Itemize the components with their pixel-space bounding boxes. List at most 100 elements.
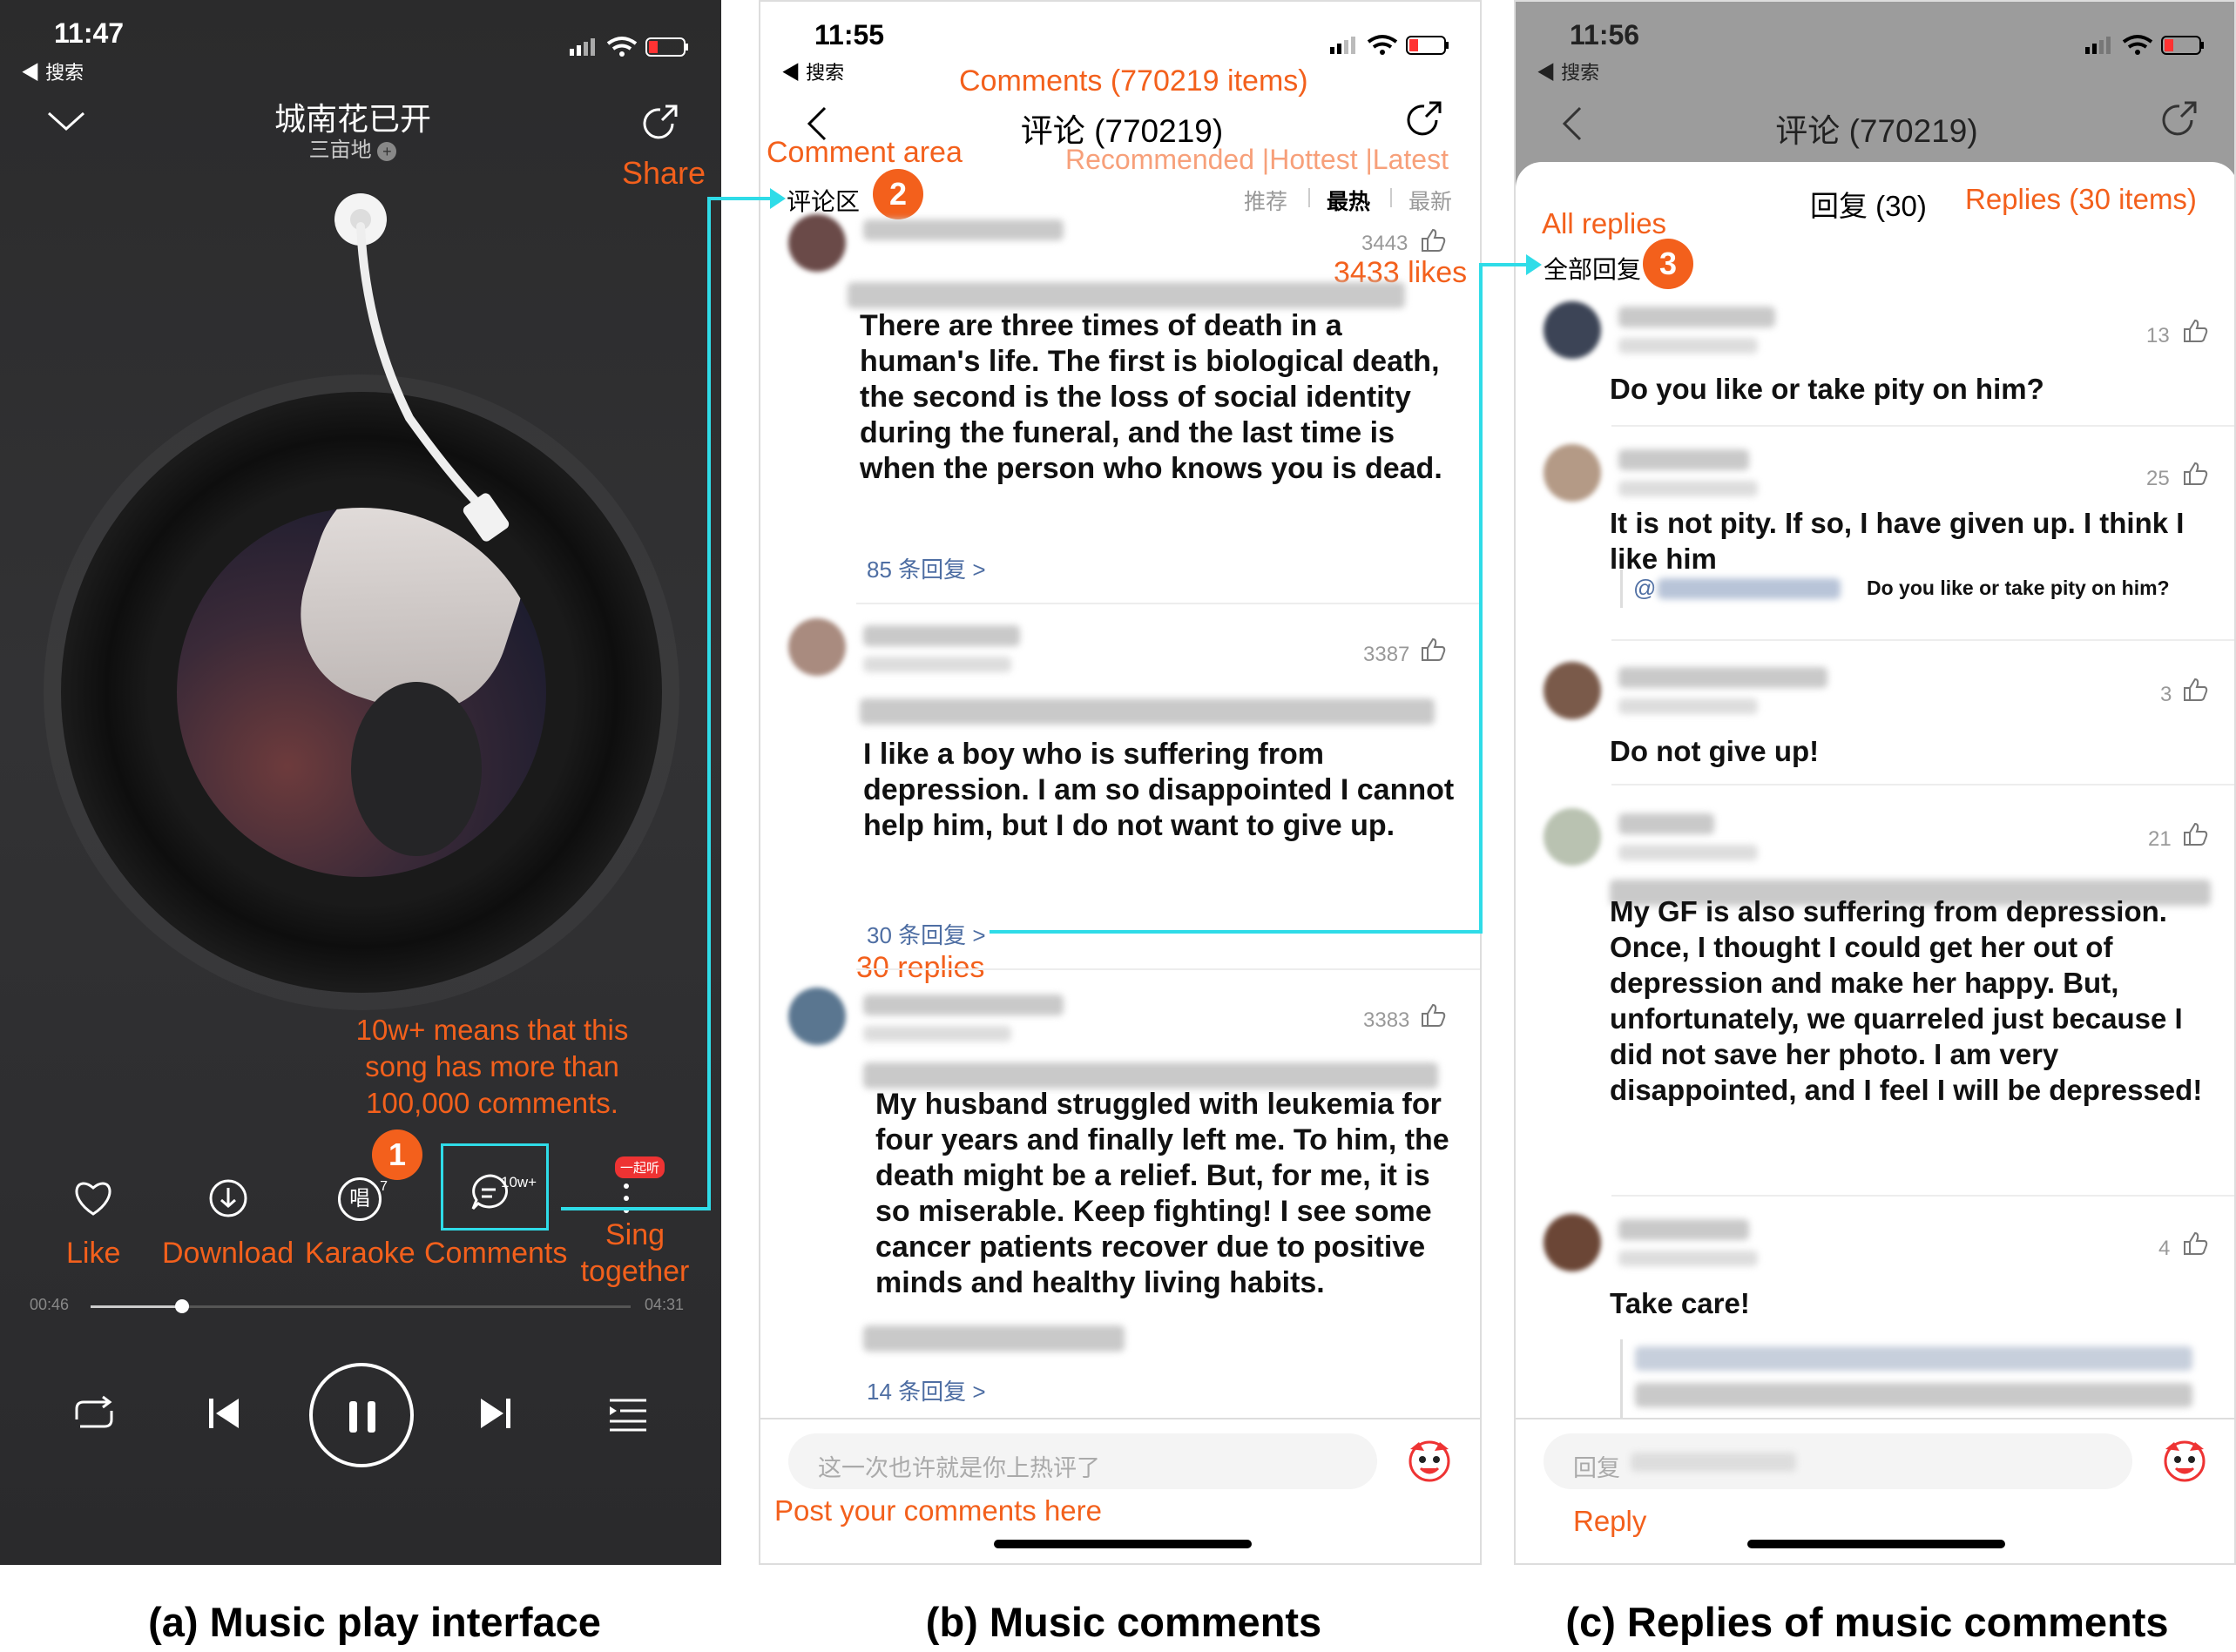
download-icon[interactable] [207,1177,249,1224]
home-indicator [1747,1540,2005,1548]
all-replies-label: 全部回复 [1544,256,1642,283]
username-blurred [863,995,1064,1015]
back-to-search-link[interactable]: ◀ 搜索 [1537,57,1599,85]
avatar[interactable] [788,214,846,272]
thumbs-up-icon[interactable] [2181,676,2209,708]
thumbs-up-icon[interactable] [2181,1230,2209,1262]
replies-link[interactable]: 85 条回复 > [867,552,986,584]
avatar[interactable] [1544,301,1601,359]
step-badge-2: 2 [873,169,923,219]
thumbs-up-icon[interactable] [1419,1001,1447,1034]
avatar[interactable] [1544,808,1601,866]
connector-arrow [770,188,786,209]
status-icons [2082,31,2212,62]
share-icon[interactable] [1403,99,1445,145]
username-blurred [1618,667,1827,688]
reply-text: Take care! [1610,1287,1750,1319]
page-title: 评论 (770219) [1775,113,1978,149]
comment-input-placeholder: 这一次也许就是你上热评了 [818,1455,1100,1481]
share-icon[interactable] [2158,99,2200,145]
emoji-avatar-icon[interactable] [2158,1435,2211,1488]
back-to-search-link[interactable]: ◀ 搜索 [21,57,84,85]
avatar[interactable] [788,988,846,1045]
comment-text: My husband struggled with leukemia for f… [875,1088,1449,1299]
thumbs-up-icon[interactable] [2181,317,2209,349]
emoji-avatar-icon[interactable] [1403,1435,1456,1488]
avatar[interactable] [1544,662,1601,719]
replies-link[interactable]: 14 条回复 > [867,1374,986,1406]
username-blurred [1618,449,1749,470]
username-blurred [1618,1219,1749,1240]
replies-link-30[interactable]: 30 条回复 > [867,918,986,950]
timestamp-blurred [1618,698,1758,714]
progress-track[interactable] [91,1299,631,1313]
like-count: 3443 [1361,232,1408,255]
back-to-search-link[interactable]: ◀ 搜索 [781,57,844,85]
status-time: 11:47 [54,17,125,49]
like-count: 3387 [1363,643,1410,666]
input-bar-divider [760,1418,1480,1419]
next-track-icon[interactable] [477,1395,512,1436]
follow-plus-icon[interactable]: + [377,142,397,161]
username-blurred [1618,813,1714,834]
album-cover-art [177,508,546,877]
timestamp-blurred [1618,481,1758,496]
comment-area-label: 评论区 [787,188,861,215]
comment-text: There are three times of death in a huma… [860,309,1442,485]
thumbs-up-icon[interactable] [2181,460,2209,492]
thumbs-up-icon[interactable] [1419,226,1447,259]
playlist-icon[interactable] [608,1395,648,1436]
panel-replies: 11:56 ◀ 搜索 评论 (770219) 回复 (30) Replies (… [1514,0,2236,1565]
reply-text: Do not give up! [1610,735,1820,767]
panel-comments: 11:55 ◀ 搜索 Comments (770219 items) 评论 (7… [759,0,1482,1565]
reply-input[interactable]: 回复 [1544,1433,2132,1489]
pause-icon [349,1401,375,1433]
reply-divider [1611,639,2234,641]
thumbs-up-icon[interactable] [1419,636,1447,668]
connector-line [707,197,775,200]
reply-text: It is not pity. If so, I have given up. … [1610,507,2185,575]
like-count: 25 [2146,467,2170,490]
caption-b: (b) Music comments [925,1599,1322,1645]
share-annotation: Share [622,155,706,191]
blurred-original-text [863,1062,1438,1089]
caption-a: (a) Music play interface [148,1599,601,1645]
artist-name[interactable]: 三亩地 + [0,132,706,163]
username-blurred [1618,307,1775,327]
sort-tab-hottest[interactable]: 最热 [1327,185,1370,216]
connector-line [561,1207,711,1210]
elapsed-time: 00:46 [30,1296,70,1313]
avatar[interactable] [1544,444,1601,502]
reply-annotation: Reply [1573,1505,1647,1537]
comments-count-annotation: 10w+ means that this song has more than … [355,1014,629,1119]
comment-text: I like a boy who is suffering from depre… [863,738,1455,842]
comments-annotation: Comments [424,1237,568,1270]
sort-tab-recommended[interactable]: 推荐 [1244,185,1287,216]
comment-input[interactable]: 这一次也许就是你上热评了 [788,1433,1377,1489]
karaoke-annotation: Karaoke [305,1237,415,1270]
all-replies-annotation: All replies [1542,207,1667,239]
thumbs-up-icon[interactable] [2181,820,2209,853]
avatar[interactable] [788,618,846,676]
like-heart-icon[interactable] [71,1177,115,1222]
comment-divider [856,603,1480,604]
quoted-reply-blurred [1620,1339,2212,1418]
repeat-icon[interactable] [71,1393,117,1438]
share-icon[interactable] [639,103,681,149]
pause-button[interactable] [309,1363,414,1467]
home-indicator [994,1540,1252,1548]
previous-track-icon[interactable] [207,1395,242,1436]
sing-together-annotation: Sing together [580,1218,690,1288]
avatar[interactable] [1544,1214,1601,1271]
progress-handle[interactable] [175,1299,190,1313]
like-annotation: Like [66,1237,121,1270]
sort-tab-latest[interactable]: 最新 [1408,185,1452,216]
comments-button-highlight[interactable]: 10w+ [441,1143,549,1231]
status-icons [566,33,697,59]
blurred-original-text [863,1325,1125,1352]
panel-music-player: 11:47 ◀ 搜索 城南花已开 三亩地 + Share 10w+ means … [0,0,721,1565]
comment-divider [856,968,1480,970]
reply-target-blurred [1631,1453,1796,1472]
karaoke-icon[interactable]: 唱7 [338,1177,388,1221]
reply-divider [1611,425,2234,427]
